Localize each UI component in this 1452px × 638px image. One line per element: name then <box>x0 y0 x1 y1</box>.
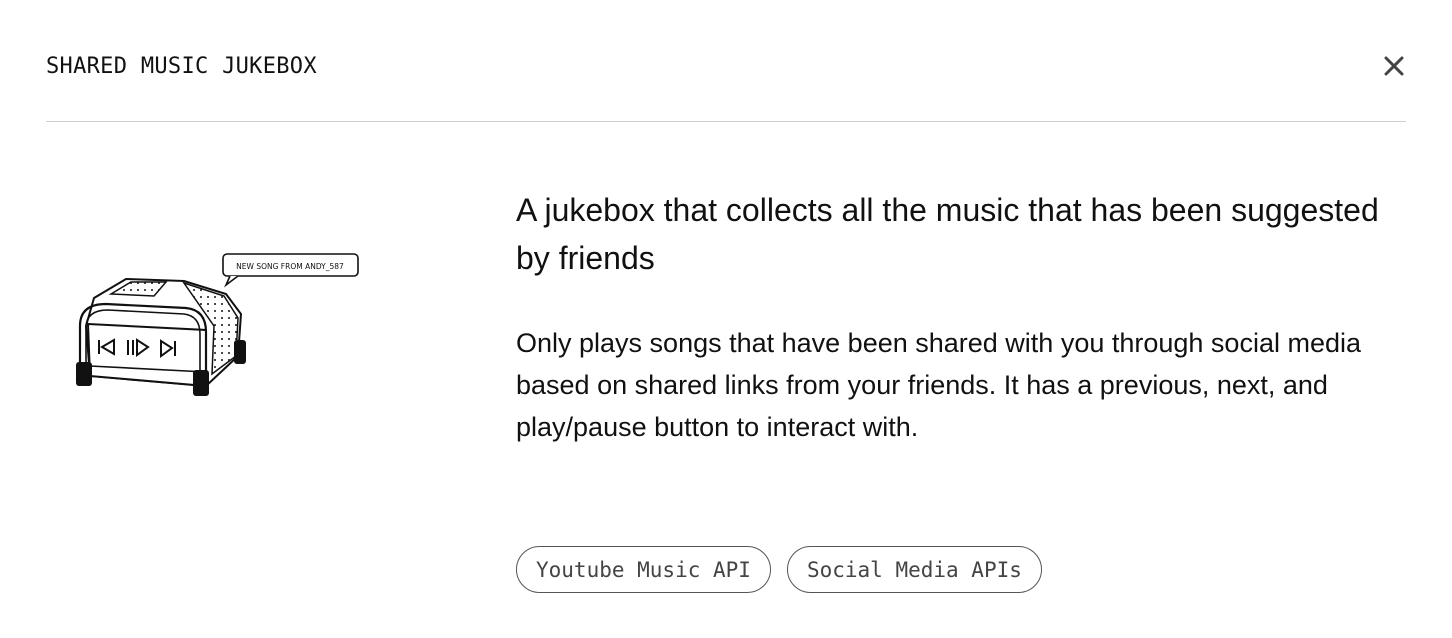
modal-header: SHARED MUSIC JUKEBOX <box>46 50 1406 84</box>
jukebox-illustration: NEW SONG FROM ANDY_587 <box>66 246 366 406</box>
close-button[interactable] <box>1382 54 1406 78</box>
header-divider <box>46 121 1406 122</box>
project-description: Only plays songs that have been shared w… <box>516 328 1362 442</box>
tag-youtube-music-api: Youtube Music API <box>516 546 771 593</box>
modal-title: SHARED MUSIC JUKEBOX <box>46 54 317 79</box>
jukebox-drawing: NEW SONG FROM ANDY_587 <box>76 253 359 396</box>
project-modal: SHARED MUSIC JUKEBOX NEW SONG FROM ANDY_… <box>0 0 1452 638</box>
tag-social-media-apis: Social Media APIs <box>786 546 1042 593</box>
speech-bubble: NEW SONG FROM ANDY_587 <box>222 253 359 288</box>
tech-tags: Youtube Music API Social Media APIs <box>516 546 1042 593</box>
project-headline: A jukebox that collects all the music th… <box>516 192 1379 276</box>
speech-bubble-text: NEW SONG FROM ANDY_587 <box>236 262 344 271</box>
project-content: A jukebox that collects all the music th… <box>516 186 1416 448</box>
close-icon <box>1384 56 1404 76</box>
